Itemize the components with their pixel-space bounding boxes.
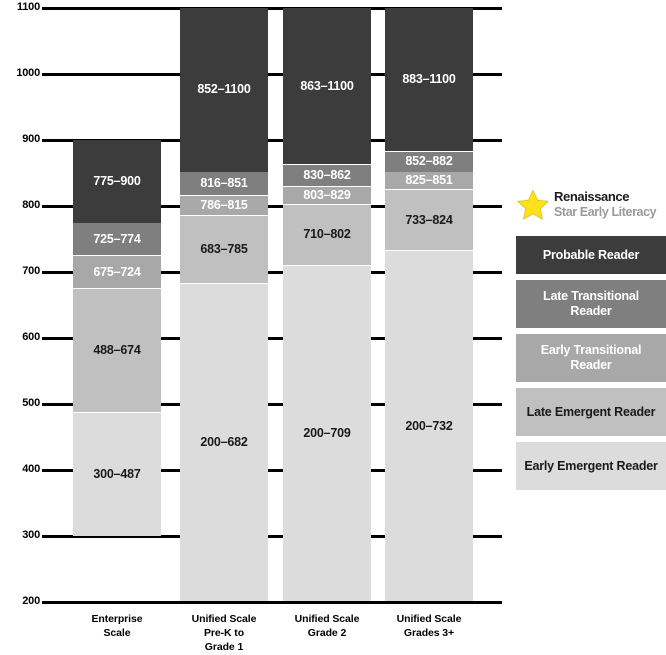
x-category-label: Unified Scale Grades 3+ — [374, 612, 484, 640]
bar-segment: 488–674 — [73, 289, 161, 412]
x-category-label: Unified Scale Grade 2 — [272, 612, 382, 640]
bar-segment: 852–882 — [385, 151, 473, 172]
bar-segment: 200–732 — [385, 250, 473, 602]
x-category-line: Pre-K to — [203, 627, 245, 640]
x-category-line: Unified Scale — [191, 613, 257, 625]
legend-item[interactable]: Late Emergent Reader — [516, 388, 666, 436]
bar-segment-label: 852–882 — [405, 154, 453, 169]
bar-segment: 200–709 — [283, 266, 371, 602]
bar-segment-label: 683–785 — [200, 241, 248, 256]
star-early-literacy-scale-chart: 200 300 400 500 600 700 800 900 1000 1100 300–487… — [0, 0, 666, 655]
bar-segment: 863–1100 — [283, 8, 371, 165]
bar-segment: 710–802 — [283, 204, 371, 266]
x-category-line: Enterprise — [91, 613, 143, 625]
bar-segment: 803–829 — [283, 186, 371, 205]
bar-segment-label: 816–851 — [200, 176, 248, 191]
bar-segment-label: 883–1100 — [402, 72, 456, 87]
legend-item[interactable]: Probable Reader — [516, 236, 666, 274]
bar-segment-label: 852–1100 — [197, 82, 251, 97]
bar-segment-label: 675–724 — [93, 264, 141, 279]
x-category-line: Grade 1 — [204, 641, 244, 654]
y-tick-800: 800 — [0, 199, 40, 213]
y-tick-400: 400 — [0, 463, 40, 477]
y-tick-500: 500 — [0, 397, 40, 411]
bar-segment: 733–824 — [385, 190, 473, 251]
y-tick-label: 900 — [22, 133, 40, 145]
y-tick-600: 600 — [0, 331, 40, 345]
y-tick-300: 300 — [0, 529, 40, 543]
y-tick-1100: 1100 — [0, 1, 40, 15]
y-tick-label: 200 — [22, 595, 40, 607]
brand-text: Renaissance Star Early Literacy — [554, 189, 657, 220]
bar-segment-label: 830–862 — [303, 168, 351, 183]
bar-segment: 300–487 — [73, 412, 161, 536]
bar-segment-label: 200–682 — [200, 435, 248, 450]
x-axis-line — [42, 601, 502, 604]
y-tick-label: 500 — [22, 397, 40, 409]
bar-segment-label: 775–900 — [93, 173, 141, 188]
bar-segment-label: 300–487 — [93, 466, 141, 481]
bar-column: 300–487 488–674 675–724 725–774 775–900 — [73, 0, 161, 602]
y-tick-1000: 1000 — [0, 67, 40, 81]
y-tick-700: 700 — [0, 265, 40, 279]
bar-segment: 683–785 — [180, 215, 268, 284]
bar-segment-label: 786–815 — [200, 198, 248, 213]
bar-segment: 675–724 — [73, 256, 161, 289]
star-icon — [516, 189, 550, 221]
bar-segment: 825–851 — [385, 172, 473, 190]
plot-area: 200 300 400 500 600 700 800 900 1000 1100 300–487… — [0, 0, 510, 620]
x-category-label: Enterprise Scale — [62, 612, 172, 640]
brand-subtitle: Star Early Literacy — [554, 205, 657, 220]
renaissance-brand-logo: Renaissance Star Early Literacy — [516, 186, 666, 224]
bar-column: 200–709 710–802 803–829 830–862 863–1100 — [283, 0, 371, 602]
y-tick-label: 700 — [22, 265, 40, 277]
bar-segment-label: 863–1100 — [300, 78, 354, 93]
y-tick-200: 200 — [0, 595, 40, 609]
bar-column: 200–732 733–824 825–851 852–882 883–1100 — [385, 0, 473, 602]
legend-items: Probable Reader Late Transitional Reader E… — [516, 236, 666, 490]
bar-segment: 816–851 — [180, 172, 268, 196]
bar-segment: 200–682 — [180, 283, 268, 602]
x-category-label: Unified Scale Pre-K to Grade 1 — [169, 612, 279, 655]
y-tick-label: 800 — [22, 199, 40, 211]
bar-segment-label: 200–709 — [303, 426, 351, 441]
legend-item[interactable]: Early Transitional Reader — [516, 334, 666, 382]
legend: Renaissance Star Early Literacy Probable… — [516, 186, 666, 496]
bar-segment-label: 725–774 — [93, 231, 141, 246]
bar-segment-label: 710–802 — [303, 227, 351, 242]
x-category-line: Unified Scale — [396, 613, 462, 625]
bar-segment-label: 803–829 — [303, 187, 351, 202]
y-tick-label: 1100 — [16, 1, 40, 13]
y-tick-label: 1000 — [16, 67, 40, 79]
bar-segment: 852–1100 — [180, 8, 268, 172]
bar-segment-label: 488–674 — [93, 342, 141, 357]
legend-item[interactable]: Early Emergent Reader — [516, 442, 666, 490]
x-category-line: Unified Scale — [294, 613, 360, 625]
y-tick-label: 300 — [22, 529, 40, 541]
y-tick-900: 900 — [0, 133, 40, 147]
x-category-line: Scale — [103, 627, 131, 640]
y-tick-label: 600 — [22, 331, 40, 343]
legend-item[interactable]: Late Transitional Reader — [516, 280, 666, 328]
bar-segment: 725–774 — [73, 223, 161, 256]
x-category-line: Grades 3+ — [403, 627, 455, 640]
bar-segment: 786–815 — [180, 196, 268, 216]
bar-segment: 883–1100 — [385, 8, 473, 152]
bar-segment-label: 200–732 — [405, 418, 453, 433]
bar-segment: 830–862 — [283, 165, 371, 187]
bar-segment: 775–900 — [73, 140, 161, 223]
x-category-line: Grade 2 — [307, 627, 347, 640]
bar-column: 200–682 683–785 786–815 816–851 852–1100 — [180, 0, 268, 602]
bar-segment-label: 825–851 — [405, 173, 453, 188]
y-tick-label: 400 — [22, 463, 40, 475]
bar-segment-label: 733–824 — [405, 212, 453, 227]
brand-name: Renaissance — [554, 189, 630, 205]
